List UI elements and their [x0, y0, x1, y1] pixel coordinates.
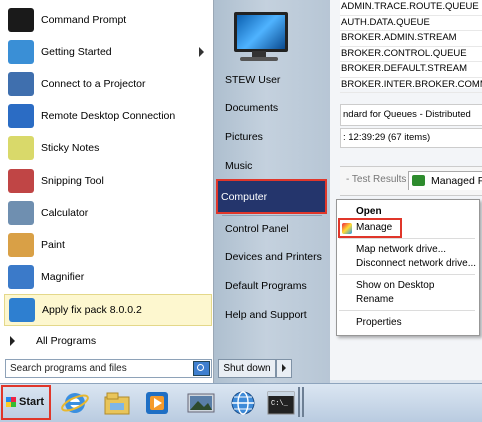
command-prompt-icon[interactable]: C:\_ — [266, 389, 296, 417]
calculator-icon — [8, 201, 34, 225]
program-label: Getting Started — [41, 46, 112, 58]
program-label: Apply fix pack 8.0.0.2 — [42, 304, 142, 316]
menu-item-show-on-desktop[interactable]: Show on Desktop — [356, 279, 474, 293]
program-label: Sticky Notes — [41, 142, 100, 154]
menu-separator — [339, 274, 475, 275]
managed-files-icon — [412, 175, 425, 186]
program-item[interactable]: Paint — [4, 230, 210, 260]
menu-separator — [339, 310, 475, 311]
program-item[interactable]: Connect to a Projector — [4, 69, 210, 99]
divider — [222, 215, 322, 216]
paint-icon — [8, 233, 34, 257]
program-label: Connect to a Projector — [41, 78, 146, 90]
shutdown-button[interactable]: Shut down — [218, 359, 276, 378]
search-icon[interactable] — [193, 361, 210, 376]
menu-item-properties[interactable]: Properties — [356, 316, 474, 330]
all-programs-label: All Programs — [36, 335, 97, 347]
menu-item-open[interactable]: Open — [356, 205, 474, 219]
program-label: Command Prompt — [41, 14, 127, 26]
shutdown-options-arrow-icon[interactable] — [276, 359, 292, 378]
fix-pack-icon — [9, 298, 35, 322]
places-item-music[interactable]: Music — [222, 155, 329, 177]
tab-managed-files[interactable]: Managed Fi — [408, 171, 482, 190]
taskbar-divider — [298, 387, 300, 417]
media-player-icon[interactable] — [142, 389, 172, 417]
queue-row[interactable]: BROKER.CONTROL.QUEUE — [340, 47, 482, 62]
taskbar-divider — [302, 387, 304, 417]
highlight-box-computer — [216, 179, 327, 214]
filter-label: ndard for Queues - Distributed — [340, 104, 482, 126]
queue-row[interactable]: BROKER.INTER.BROKER.COMMUNI — [340, 78, 482, 93]
menu-item-map-network-drive[interactable]: Map network drive... — [356, 243, 474, 257]
program-item[interactable]: Getting Started — [4, 37, 210, 67]
monitor-base — [240, 57, 278, 61]
status-label: : 12:39:29 (67 items) — [340, 128, 482, 148]
expand-arrow-icon — [10, 336, 15, 346]
program-label: Snipping Tool — [41, 175, 104, 187]
projector-icon — [8, 72, 34, 96]
sticky-notes-icon — [8, 136, 34, 160]
places-item-devices[interactable]: Devices and Printers — [222, 246, 329, 268]
submenu-arrow-icon[interactable] — [199, 47, 204, 57]
highlight-box-start — [1, 385, 51, 420]
menu-separator — [339, 238, 475, 239]
getting-started-icon — [8, 40, 34, 64]
places-item-help[interactable]: Help and Support — [222, 304, 329, 326]
program-label: Remote Desktop Connection — [41, 110, 176, 122]
program-item[interactable]: Sticky Notes — [4, 133, 210, 163]
scissors-icon — [8, 169, 34, 193]
program-label: Paint — [41, 239, 65, 251]
queue-row[interactable]: BROKER.DEFAULT.STREAM — [340, 62, 482, 78]
queue-row[interactable]: BROKER.ADMIN.STREAM — [340, 31, 482, 47]
highlight-box-manage — [338, 218, 402, 238]
internet-explorer-icon[interactable] — [60, 389, 90, 417]
svg-text:C:\_: C:\_ — [271, 400, 289, 408]
program-label: Magnifier — [41, 271, 85, 283]
places-item-default-programs[interactable]: Default Programs — [222, 275, 329, 297]
places-item-pictures[interactable]: Pictures — [222, 126, 329, 148]
search-placeholder: Search programs and files — [10, 363, 127, 374]
computer-monitor-icon — [226, 8, 290, 64]
remote-desktop-icon — [8, 104, 34, 128]
program-label: Calculator — [41, 207, 89, 219]
program-item[interactable]: Calculator — [4, 198, 210, 228]
places-item-user[interactable]: STEW User — [222, 69, 329, 91]
tab-managed-label: Managed Fi — [431, 175, 482, 187]
program-item[interactable]: Command Prompt — [4, 5, 210, 35]
program-item[interactable]: Magnifier — [4, 262, 210, 292]
all-programs-button[interactable]: All Programs — [4, 330, 210, 352]
monitor-screen — [234, 12, 288, 52]
image-viewer-icon[interactable] — [186, 389, 216, 417]
magnifier-icon — [8, 265, 34, 289]
menu-item-rename[interactable]: Rename — [356, 293, 474, 307]
command-prompt-icon — [8, 8, 34, 32]
places-item-documents[interactable]: Documents — [222, 97, 329, 119]
program-item[interactable]: Remote Desktop Connection — [4, 101, 210, 131]
network-globe-icon[interactable] — [228, 389, 258, 417]
menu-item-disconnect-network-drive[interactable]: Disconnect network drive... — [356, 257, 476, 271]
queue-row[interactable]: AUTH.DATA.QUEUE — [340, 16, 482, 31]
places-item-control-panel[interactable]: Control Panel — [222, 218, 329, 240]
program-item[interactable]: Snipping Tool — [4, 166, 210, 196]
tab-test-results[interactable]: - Test Results — [346, 174, 406, 185]
queue-row[interactable]: ADMIN.TRACE.ROUTE.QUEUE — [340, 0, 482, 16]
windows-explorer-icon[interactable] — [102, 389, 132, 417]
queue-list: ADMIN.TRACE.ROUTE.QUEUE AUTH.DATA.QUEUE … — [340, 0, 482, 93]
program-item[interactable]: Apply fix pack 8.0.0.2 — [4, 294, 212, 326]
search-input[interactable]: Search programs and files — [5, 359, 212, 378]
